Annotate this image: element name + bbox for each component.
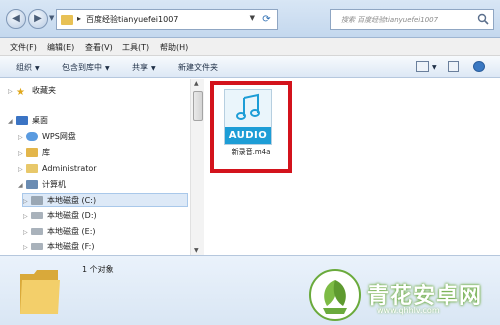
watermark-url: www.qhhlv.com <box>377 306 440 315</box>
nav-label: 本地磁盘 (D:) <box>47 211 97 220</box>
navigation-pane: ▷ ★ 收藏夹 ◢ 桌面 ▷ WPS网盘 ▷ 库 ▷ Administrator ◢ 计算机 … <box>0 79 190 255</box>
item-count: 1 个对象 <box>82 265 114 274</box>
nav-item-drive-d[interactable]: ▷ 本地磁盘 (D:) <box>23 209 97 223</box>
nav-item-libraries[interactable]: ▷ 库 <box>18 146 50 160</box>
audio-badge: AUDIO <box>225 127 271 144</box>
scroll-down-icon[interactable]: ▼ <box>194 247 199 254</box>
drive-icon <box>31 196 43 205</box>
organize-label: 组织 <box>16 63 32 72</box>
organize-button[interactable]: 组织 ▼ <box>16 62 40 73</box>
back-button[interactable]: ◀ <box>6 9 26 29</box>
file-item[interactable]: AUDIO 新录音.m4a <box>210 81 292 173</box>
command-bar: 组织 ▼ 包含到库中 ▼ 共享 ▼ 新建文件夹 ▼ <box>0 56 500 78</box>
nav-label: 本地磁盘 (C:) <box>47 196 97 205</box>
nav-label: WPS网盘 <box>42 132 76 141</box>
menu-bar: 文件(F) 编辑(E) 查看(V) 工具(T) 帮助(H) <box>0 38 500 56</box>
file-list: AUDIO 新录音.m4a <box>205 79 500 255</box>
nav-item-desktop[interactable]: ◢ 桌面 <box>8 114 48 128</box>
cloud-icon <box>26 132 38 141</box>
search-icon[interactable] <box>477 13 489 25</box>
address-path: 百度经验tianyuefei1007 <box>86 15 179 24</box>
preview-pane-icon[interactable] <box>448 61 459 72</box>
expand-icon[interactable]: ▷ <box>18 147 26 161</box>
file-name: 新录音.m4a <box>231 148 271 156</box>
address-input[interactable]: ▸ 百度经验tianyuefei1007 ▼ ⟳ <box>56 9 278 30</box>
new-folder-button[interactable]: 新建文件夹 <box>178 62 218 73</box>
nav-label: 本地磁盘 (F:) <box>47 242 95 251</box>
include-in-library-label: 包含到库中 <box>62 63 102 72</box>
menu-tools[interactable]: 工具(T) <box>122 42 149 53</box>
view-dropdown-icon[interactable]: ▼ <box>432 64 437 71</box>
collapse-icon[interactable]: ◢ <box>8 115 16 129</box>
nav-item-administrator[interactable]: ▷ Administrator <box>18 162 97 176</box>
nav-label: 计算机 <box>42 180 66 189</box>
share-button[interactable]: 共享 ▼ <box>132 62 156 73</box>
folder-icon <box>61 15 73 25</box>
scrollbar-thumb[interactable] <box>193 91 203 121</box>
menu-file[interactable]: 文件(F) <box>10 42 37 53</box>
drive-icon <box>31 212 43 219</box>
desktop-icon <box>16 116 28 125</box>
music-note-icon <box>236 93 260 120</box>
menu-edit[interactable]: 编辑(E) <box>47 42 74 53</box>
expand-icon[interactable]: ▷ <box>23 195 31 209</box>
search-placeholder: 搜索 百度经验tianyuefei1007 <box>341 16 439 24</box>
nav-label: Administrator <box>42 164 97 173</box>
address-dropdown-icon[interactable]: ▼ <box>250 14 255 22</box>
star-icon: ★ <box>16 87 25 98</box>
nav-label: 收藏夹 <box>32 86 56 95</box>
include-in-library-button[interactable]: 包含到库中 ▼ <box>62 62 110 73</box>
nav-item-wps[interactable]: ▷ WPS网盘 <box>18 130 76 144</box>
expand-icon[interactable]: ▷ <box>18 131 26 145</box>
menu-view[interactable]: 查看(V) <box>85 42 113 53</box>
address-bar-area: ◀ ▶ ▼ ▸ 百度经验tianyuefei1007 ▼ ⟳ 搜索 百度经验ti… <box>0 0 500 38</box>
nav-label: 本地磁盘 (E:) <box>47 227 96 236</box>
collapse-icon[interactable]: ◢ <box>18 179 26 193</box>
expand-icon[interactable]: ▷ <box>23 226 31 240</box>
refresh-icon[interactable]: ⟳ <box>259 12 274 27</box>
search-input[interactable]: 搜索 百度经验tianyuefei1007 <box>330 9 494 30</box>
nav-item-drive-f[interactable]: ▷ 本地磁盘 (F:) <box>23 240 94 254</box>
audio-file-icon: AUDIO <box>224 89 272 145</box>
computer-icon <box>26 180 38 189</box>
expand-icon[interactable]: ▷ <box>8 85 16 99</box>
nav-label: 桌面 <box>32 116 48 125</box>
forward-button[interactable]: ▶ <box>28 9 48 29</box>
chevron-down-icon: ▼ <box>151 65 156 72</box>
view-options-icon[interactable] <box>416 61 429 72</box>
help-icon[interactable] <box>473 61 485 72</box>
folder-icon <box>20 270 60 314</box>
nav-item-drive-c[interactable]: ▷ 本地磁盘 (C:) <box>22 193 188 207</box>
watermark: 青花安卓网 www.qhhlv.com <box>305 266 500 325</box>
menu-help[interactable]: 帮助(H) <box>160 42 188 53</box>
nav-label: 库 <box>42 148 50 157</box>
expand-icon[interactable]: ▷ <box>23 210 31 224</box>
library-icon <box>26 148 38 157</box>
expand-icon[interactable]: ▷ <box>23 241 31 255</box>
chevron-down-icon: ▼ <box>35 65 40 72</box>
share-label: 共享 <box>132 63 148 72</box>
chevron-down-icon: ▼ <box>105 65 110 72</box>
watermark-logo-icon <box>309 269 361 321</box>
drive-icon <box>31 228 43 235</box>
user-folder-icon <box>26 164 38 173</box>
nav-item-computer[interactable]: ◢ 计算机 <box>18 178 66 192</box>
nav-item-drive-e[interactable]: ▷ 本地磁盘 (E:) <box>23 225 96 239</box>
drive-icon <box>31 243 43 250</box>
nav-item-favorites[interactable]: ▷ ★ 收藏夹 <box>8 84 56 98</box>
scroll-up-icon[interactable]: ▲ <box>194 80 199 87</box>
nav-scrollbar[interactable]: ▲ ▼ <box>190 79 204 255</box>
breadcrumb-separator-icon: ▸ <box>77 14 82 23</box>
expand-icon[interactable]: ▷ <box>18 163 26 177</box>
